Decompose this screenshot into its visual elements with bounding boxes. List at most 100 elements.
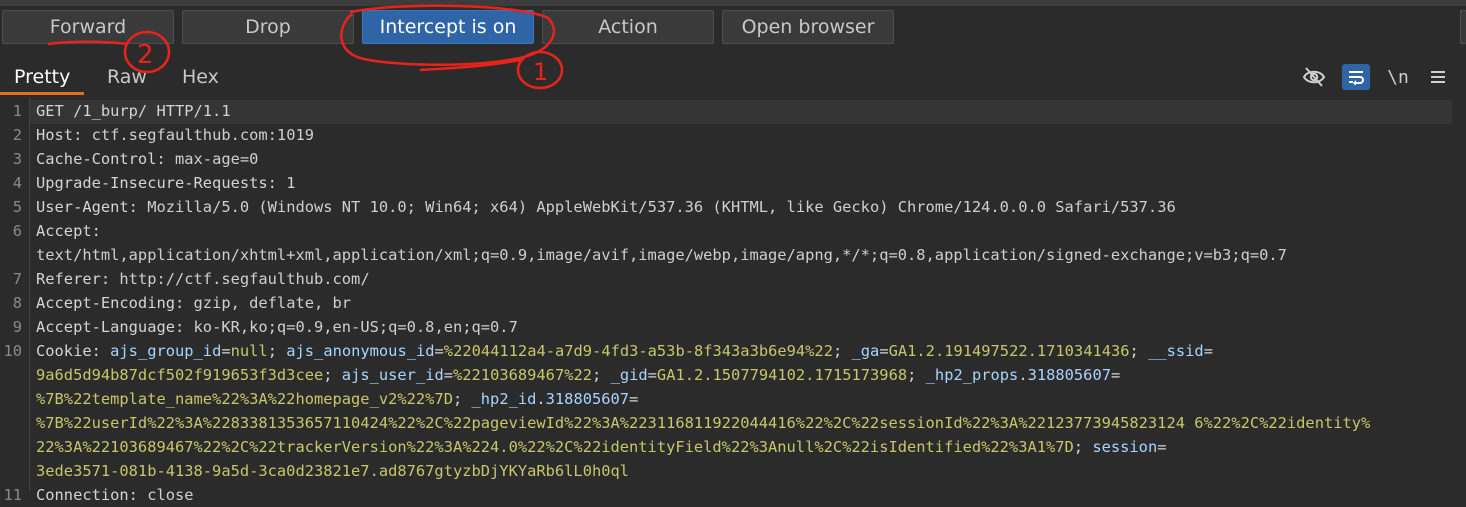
request-line[interactable]: 22%3A%22103689467%22%2C%22trackerVersion… [36,435,1167,459]
request-line[interactable]: Accept: [36,219,101,243]
token: 22%3A%22103689467%22%2C%22trackerVersion… [36,438,1074,456]
token: Connection: [36,486,148,504]
token: = [879,342,889,360]
token: 3ede3571-081b-4138-9a5d-3ca0d23821e7.ad8… [36,462,630,480]
show-newlines-icon[interactable]: \n [1384,64,1412,90]
request-line[interactable]: Host: ctf.segfaulthub.com:1019 [36,123,314,147]
token: text/html,application/xhtml+xml,applicat… [36,246,1287,264]
token: = [1203,342,1213,360]
request-line[interactable]: 3ede3571-081b-4138-9a5d-3ca0d23821e7.ad8… [36,459,629,483]
line-number: 8 [12,294,22,312]
token: ; [832,342,852,360]
line-number: 6 [12,222,22,240]
token: Accept-Encoding: [36,294,194,312]
token: max-age=0 [175,150,259,168]
request-line[interactable]: Accept-Encoding: gzip, deflate, br [36,291,351,315]
request-line[interactable]: Accept-Language: ko-KR,ko;q=0.9,en-US;q=… [36,315,518,339]
token: ctf.segfaulthub.com:1019 [91,126,314,144]
token: gzip, deflate, br [193,294,352,312]
request-line[interactable]: %7B%22userId%22%3A%2283381353657110424%2… [36,411,1370,435]
token: Cache-Control: [36,150,175,168]
token: ; [1129,342,1149,360]
token: ; [323,366,342,384]
line-number: 7 [12,270,22,288]
current-line-highlight [30,100,1452,124]
token: Mozilla/5.0 (Windows NT 10.0; Win64; x64… [147,198,1176,216]
request-line[interactable]: %7B%22template_name%22%3A%22homepage_v2%… [36,387,638,411]
token: _ga [851,342,880,360]
token: 1 [286,174,296,192]
token: GET /1_burp/ HTTP/1.1 [36,102,231,120]
tab-hex[interactable]: Hex [182,66,219,88]
intercept-toggle-button[interactable]: Intercept is on [362,10,534,44]
editor-scrollbar[interactable] [1454,97,1466,491]
drop-button[interactable]: Drop [182,10,354,44]
top-strip [0,0,1466,6]
token: _hp2_props.318805607 [925,366,1111,384]
line-number: 11 [3,486,22,504]
line-number: 3 [12,150,22,168]
token: Accept-Language: [36,318,194,336]
active-tab-indicator [0,92,84,95]
line-number: 4 [12,174,22,192]
tab-pretty[interactable]: Pretty [14,66,70,88]
token: null [230,342,268,360]
word-wrap-icon[interactable] [1342,64,1370,90]
action-button[interactable]: Action [542,10,714,44]
token: _gid [610,366,648,384]
line-number: 1 [12,102,22,120]
token: ajs_anonymous_id [286,342,435,360]
hide-eye-icon[interactable] [1300,64,1328,90]
menu-icon[interactable] [1424,64,1452,90]
token: Referer: [36,270,120,288]
token: = [1110,366,1121,384]
request-line[interactable]: Upgrade-Insecure-Requests: 1 [36,171,295,195]
token: ; [907,366,926,384]
token: ; [592,366,611,384]
request-editor[interactable]: 1 GET /1_burp/ HTTP/1.1 2 Host: ctf.segfaul… [0,97,1466,504]
request-line[interactable]: 9a6d5d94b87dcf502f919653f3d3cee; ajs_use… [36,363,1120,387]
token: ajs_user_id [341,366,444,384]
token: Upgrade-Insecure-Requests: [36,174,287,192]
token: %22044112a4-a7d9-4fd3-a53b-8f343a3b6e94%… [443,342,833,360]
token: GA1.2.1507794102.1715173968 [656,366,908,384]
intercept-toolbar: Forward Drop Intercept is on Action Open… [0,0,1466,52]
token: session [1092,438,1158,456]
forward-button[interactable]: Forward [2,10,174,44]
token: Accept: [36,222,101,240]
token: = [221,342,231,360]
token: ; [1073,438,1093,456]
token: User-Agent: [36,198,148,216]
line-number: 5 [12,198,22,216]
request-line[interactable]: Cache-Control: max-age=0 [36,147,258,171]
token: ; [267,342,287,360]
token: ko-KR,ko;q=0.9,en-US;q=0.8,en;q=0.7 [193,318,518,336]
line-number-gutter [29,97,30,491]
token: GA1.2.191497522.1710341436 [888,342,1130,360]
toolbar-overflow-edge[interactable] [1460,10,1466,44]
tab-raw[interactable]: Raw [107,66,147,88]
line-number: 9 [12,318,22,336]
message-view-tabs: Pretty Raw Hex \n [0,58,1466,96]
token: %7B%22template_name%22%3A%22homepage_v2%… [36,390,453,408]
open-browser-button[interactable]: Open browser [722,10,894,44]
token: http://ctf.segfaulthub.com/ [119,270,370,288]
token: = [443,366,454,384]
line-number: 10 [3,342,22,360]
token: close [147,486,194,504]
request-line[interactable]: Referer: http://ctf.segfaulthub.com/ [36,267,370,291]
token: ajs_group_id [110,342,222,360]
request-line[interactable]: Connection: close [36,483,194,507]
request-line[interactable]: text/html,application/xhtml+xml,applicat… [36,243,1287,267]
request-line[interactable]: User-Agent: Mozilla/5.0 (Windows NT 10.0… [36,195,1176,219]
token: Cookie: [36,342,111,360]
token: 9a6d5d94b87dcf502f919653f3d3cee [36,366,324,384]
token: %22103689467%22 [453,366,593,384]
request-line[interactable]: GET /1_burp/ HTTP/1.1 [36,99,231,123]
token: ; [452,390,472,408]
token: = [647,366,657,384]
token: = [629,390,639,408]
token: _hp2_id.318805607 [471,390,630,408]
token: __ssid [1148,342,1204,360]
request-line[interactable]: Cookie: ajs_group_id=null; ajs_anonymous… [36,339,1213,363]
